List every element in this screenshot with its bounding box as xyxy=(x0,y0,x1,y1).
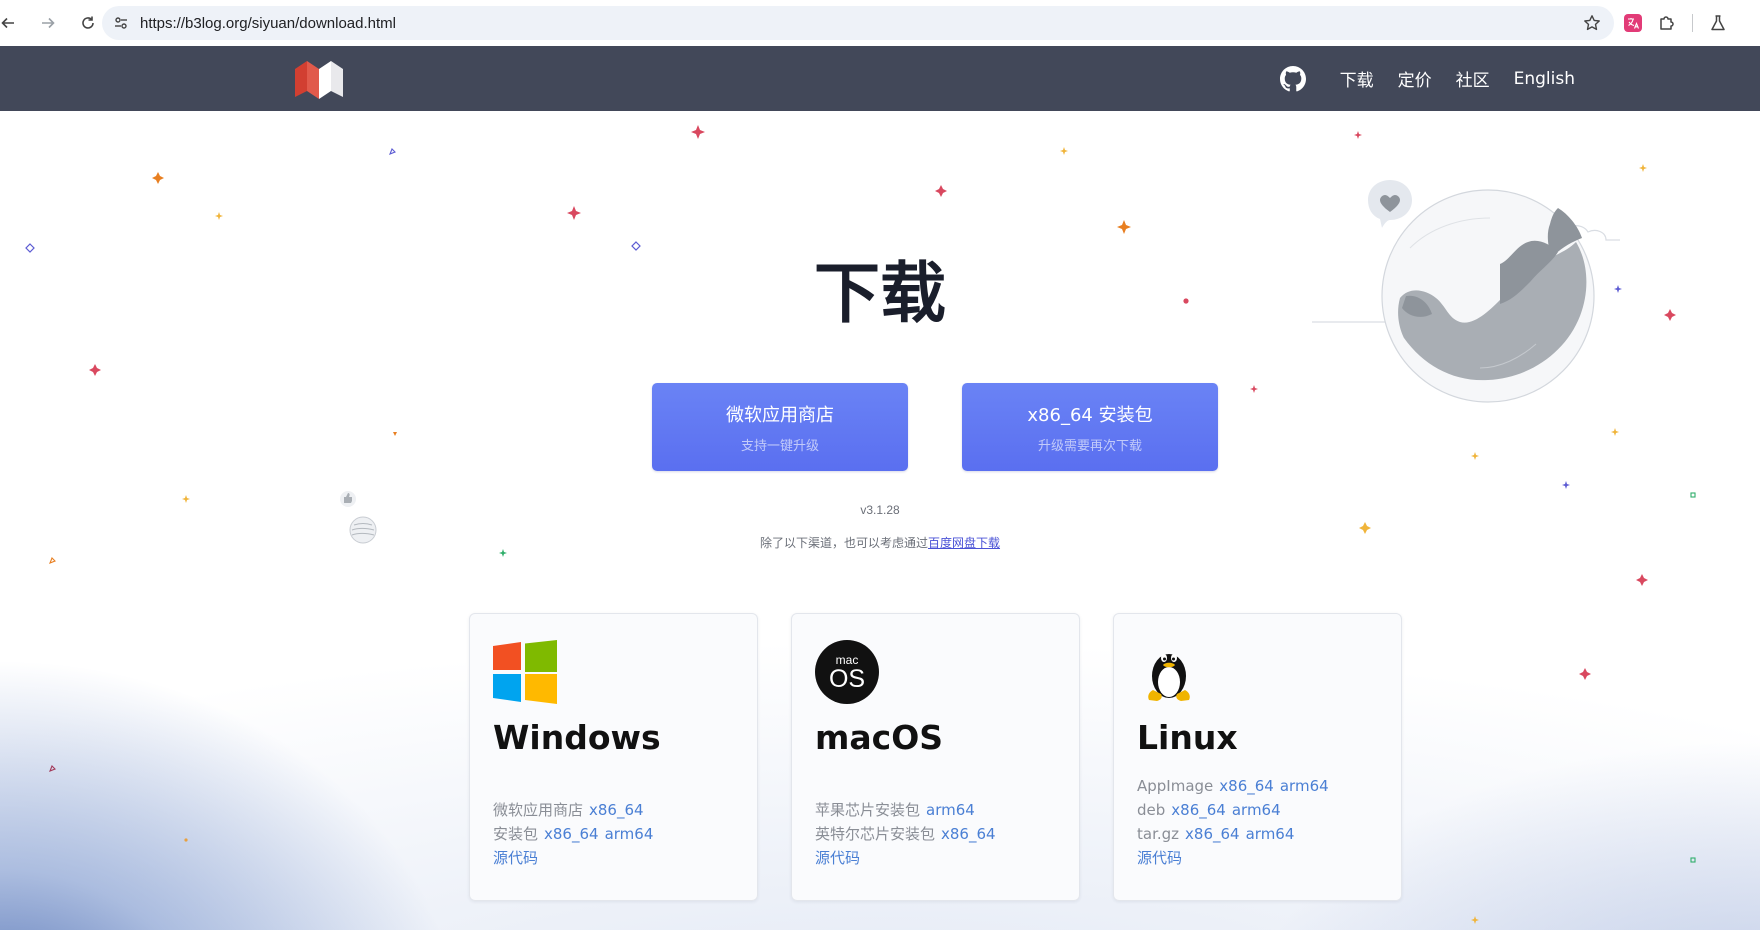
installer-button-label: x86_64 安装包 xyxy=(1027,405,1153,426)
arrow-right-icon xyxy=(42,17,55,29)
windows-download-links: 微软应用商店 x86_64 安装包 x86_64 arm64 源代码 xyxy=(493,798,659,870)
linux-deb-arm64-link[interactable]: arm64 xyxy=(1232,801,1281,819)
macos-apple-silicon-label: 苹果芯片安装包 xyxy=(815,801,921,819)
address-bar[interactable]: https://b3log.org/siyuan/download.html xyxy=(102,6,1614,40)
macos-intel-label: 英特尔芯片安装包 xyxy=(815,825,936,843)
reload-icon xyxy=(82,16,94,29)
linux-row-source: 源代码 xyxy=(1137,846,1335,870)
flask-labs-icon[interactable] xyxy=(1707,12,1729,34)
puzzle-extensions-icon[interactable] xyxy=(1656,12,1678,34)
site-settings-icon[interactable] xyxy=(112,14,130,32)
nav-english[interactable]: English xyxy=(1514,69,1575,89)
x64-installer-download-button[interactable]: x86_64 安装包 升级需要再次下载 xyxy=(962,383,1218,471)
siyuan-logo-icon[interactable] xyxy=(293,59,345,99)
macos-x86_64-link[interactable]: x86_64 xyxy=(941,825,996,843)
linux-title: Linux xyxy=(1137,718,1238,757)
macos-icon-text-bottom: OS xyxy=(829,665,865,693)
windows-row-store: 微软应用商店 x86_64 xyxy=(493,798,659,822)
windows-row-installer: 安装包 x86_64 arm64 xyxy=(493,822,659,846)
alternative-download-note: 除了以下渠道，也可以考虑通过百度网盘下载 xyxy=(0,534,1760,551)
windows-installer-x86_64-link[interactable]: x86_64 xyxy=(544,825,599,843)
ms-store-download-button[interactable]: 微软应用商店 支持一键升级 xyxy=(652,383,908,471)
windows-installer-label: 安装包 xyxy=(493,825,539,843)
nav-community[interactable]: 社区 xyxy=(1456,66,1490,91)
arrow-left-icon xyxy=(1,17,14,29)
linux-source-code-link[interactable]: 源代码 xyxy=(1137,849,1182,867)
page-title: 下载 xyxy=(814,255,946,332)
linux-tux-icon xyxy=(1148,654,1190,701)
macos-row-source: 源代码 xyxy=(815,846,1002,870)
macos-download-links: 苹果芯片安装包 arm64 英特尔芯片安装包 x86_64 源代码 xyxy=(815,798,1002,870)
site-nav: 下载 定价 社区 English xyxy=(1279,46,1575,111)
macos-card: mac OS macOS 苹果芯片安装包 arm64 英特尔芯片安装包 x86_64… xyxy=(791,613,1080,901)
macos-arm64-link[interactable]: arm64 xyxy=(926,801,975,819)
linux-row-targz: tar.gz x86_64 arm64 xyxy=(1137,822,1335,846)
nav-download[interactable]: 下载 xyxy=(1340,66,1374,91)
macos-source-code-link[interactable]: 源代码 xyxy=(815,849,860,867)
linux-appimage-x86_64-link[interactable]: x86_64 xyxy=(1219,777,1274,795)
macos-row-apple-silicon: 苹果芯片安装包 arm64 xyxy=(815,798,1002,822)
toolbar-divider xyxy=(1692,14,1693,32)
reload-button[interactable] xyxy=(74,9,102,37)
browser-toolbar: https://b3log.org/siyuan/download.html xyxy=(0,0,1760,46)
linux-download-links: AppImage x86_64 arm64 deb x86_64 arm64 tar.g… xyxy=(1137,774,1335,870)
windows-source-code-link[interactable]: 源代码 xyxy=(493,849,538,867)
windows-store-label: 微软应用商店 xyxy=(493,801,584,819)
version-label: v3.1.28 xyxy=(860,503,900,517)
ms-store-button-subtitle: 支持一键升级 xyxy=(740,439,819,454)
windows-row-source: 源代码 xyxy=(493,846,659,870)
linux-targz-arm64-link[interactable]: arm64 xyxy=(1246,825,1295,843)
windows-installer-arm64-link[interactable]: arm64 xyxy=(605,825,654,843)
linux-row-deb: deb x86_64 arm64 xyxy=(1137,798,1335,822)
back-button[interactable] xyxy=(0,9,22,37)
bookmark-star-icon[interactable] xyxy=(1582,13,1602,33)
macos-logo-icon: mac OS xyxy=(815,640,879,704)
nav-pricing[interactable]: 定价 xyxy=(1398,66,1432,91)
url-text[interactable]: https://b3log.org/siyuan/download.html xyxy=(140,15,396,32)
windows-title: Windows xyxy=(493,718,661,757)
linux-deb-label: deb xyxy=(1137,801,1166,819)
linux-targz-x86_64-link[interactable]: x86_64 xyxy=(1185,825,1240,843)
linux-targz-label: tar.gz xyxy=(1137,825,1180,843)
linux-appimage-arm64-link[interactable]: arm64 xyxy=(1280,777,1329,795)
linux-deb-x86_64-link[interactable]: x86_64 xyxy=(1171,801,1226,819)
extensions-area xyxy=(1624,10,1729,36)
github-icon[interactable] xyxy=(1279,65,1306,92)
site-header: 下载 定价 社区 English xyxy=(0,46,1760,111)
forward-button[interactable] xyxy=(34,9,62,37)
baidu-netdisk-link[interactable]: 百度网盘下载 xyxy=(928,536,1000,550)
alternative-note-text: 除了以下渠道，也可以考虑通过 xyxy=(759,536,928,550)
ms-store-button-label: 微软应用商店 xyxy=(726,405,834,426)
windows-store-x86_64-link[interactable]: x86_64 xyxy=(589,801,644,819)
macos-title: macOS xyxy=(815,718,944,757)
translate-extension-icon[interactable] xyxy=(1624,14,1642,32)
linux-card: Linux AppImage x86_64 arm64 deb x86_64 arm64… xyxy=(1113,613,1402,901)
windows-card: Windows 微软应用商店 x86_64 安装包 x86_64 arm64 源代码 xyxy=(469,613,758,901)
windows-logo-icon xyxy=(493,640,557,704)
installer-button-subtitle: 升级需要再次下载 xyxy=(1037,439,1142,454)
linux-appimage-label: AppImage xyxy=(1137,777,1214,795)
macos-row-intel: 英特尔芯片安装包 x86_64 xyxy=(815,822,1002,846)
linux-row-appimage: AppImage x86_64 arm64 xyxy=(1137,774,1335,798)
